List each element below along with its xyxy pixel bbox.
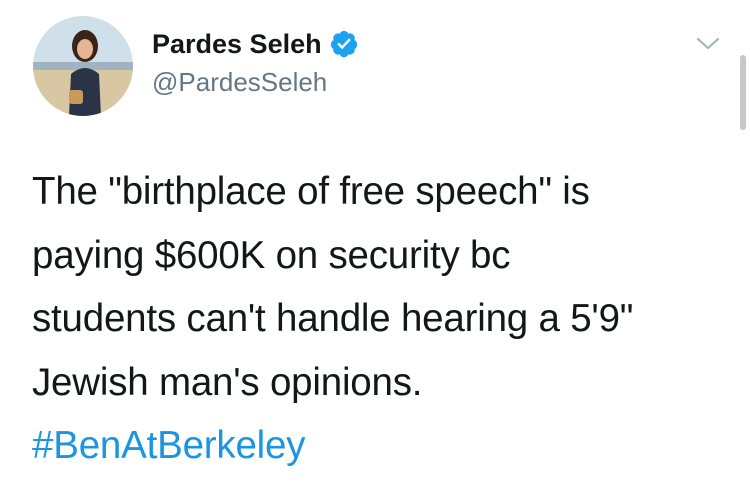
avatar[interactable]	[33, 16, 133, 116]
verified-badge-icon	[329, 29, 359, 59]
tweet-text-line: Jewish man's opinions.	[32, 360, 423, 404]
user-handle[interactable]: @PardesSeleh	[152, 66, 327, 98]
scrollbar[interactable]	[740, 55, 746, 130]
tweet-text: The "birthplace of free speech" is payin…	[32, 160, 732, 478]
tweet-text-line: The "birthplace of free speech" is	[32, 170, 590, 213]
chevron-down-icon[interactable]	[692, 32, 724, 56]
display-name-text[interactable]: Pardes Seleh	[152, 28, 322, 60]
display-name[interactable]: Pardes Seleh	[152, 28, 359, 60]
hashtag-link[interactable]: #BenAtBerkeley	[32, 414, 732, 478]
tweet-text-line: students can't handle hearing a 5'9"	[32, 297, 634, 340]
tweet-text-line: paying $600K on security bc	[32, 233, 511, 277]
